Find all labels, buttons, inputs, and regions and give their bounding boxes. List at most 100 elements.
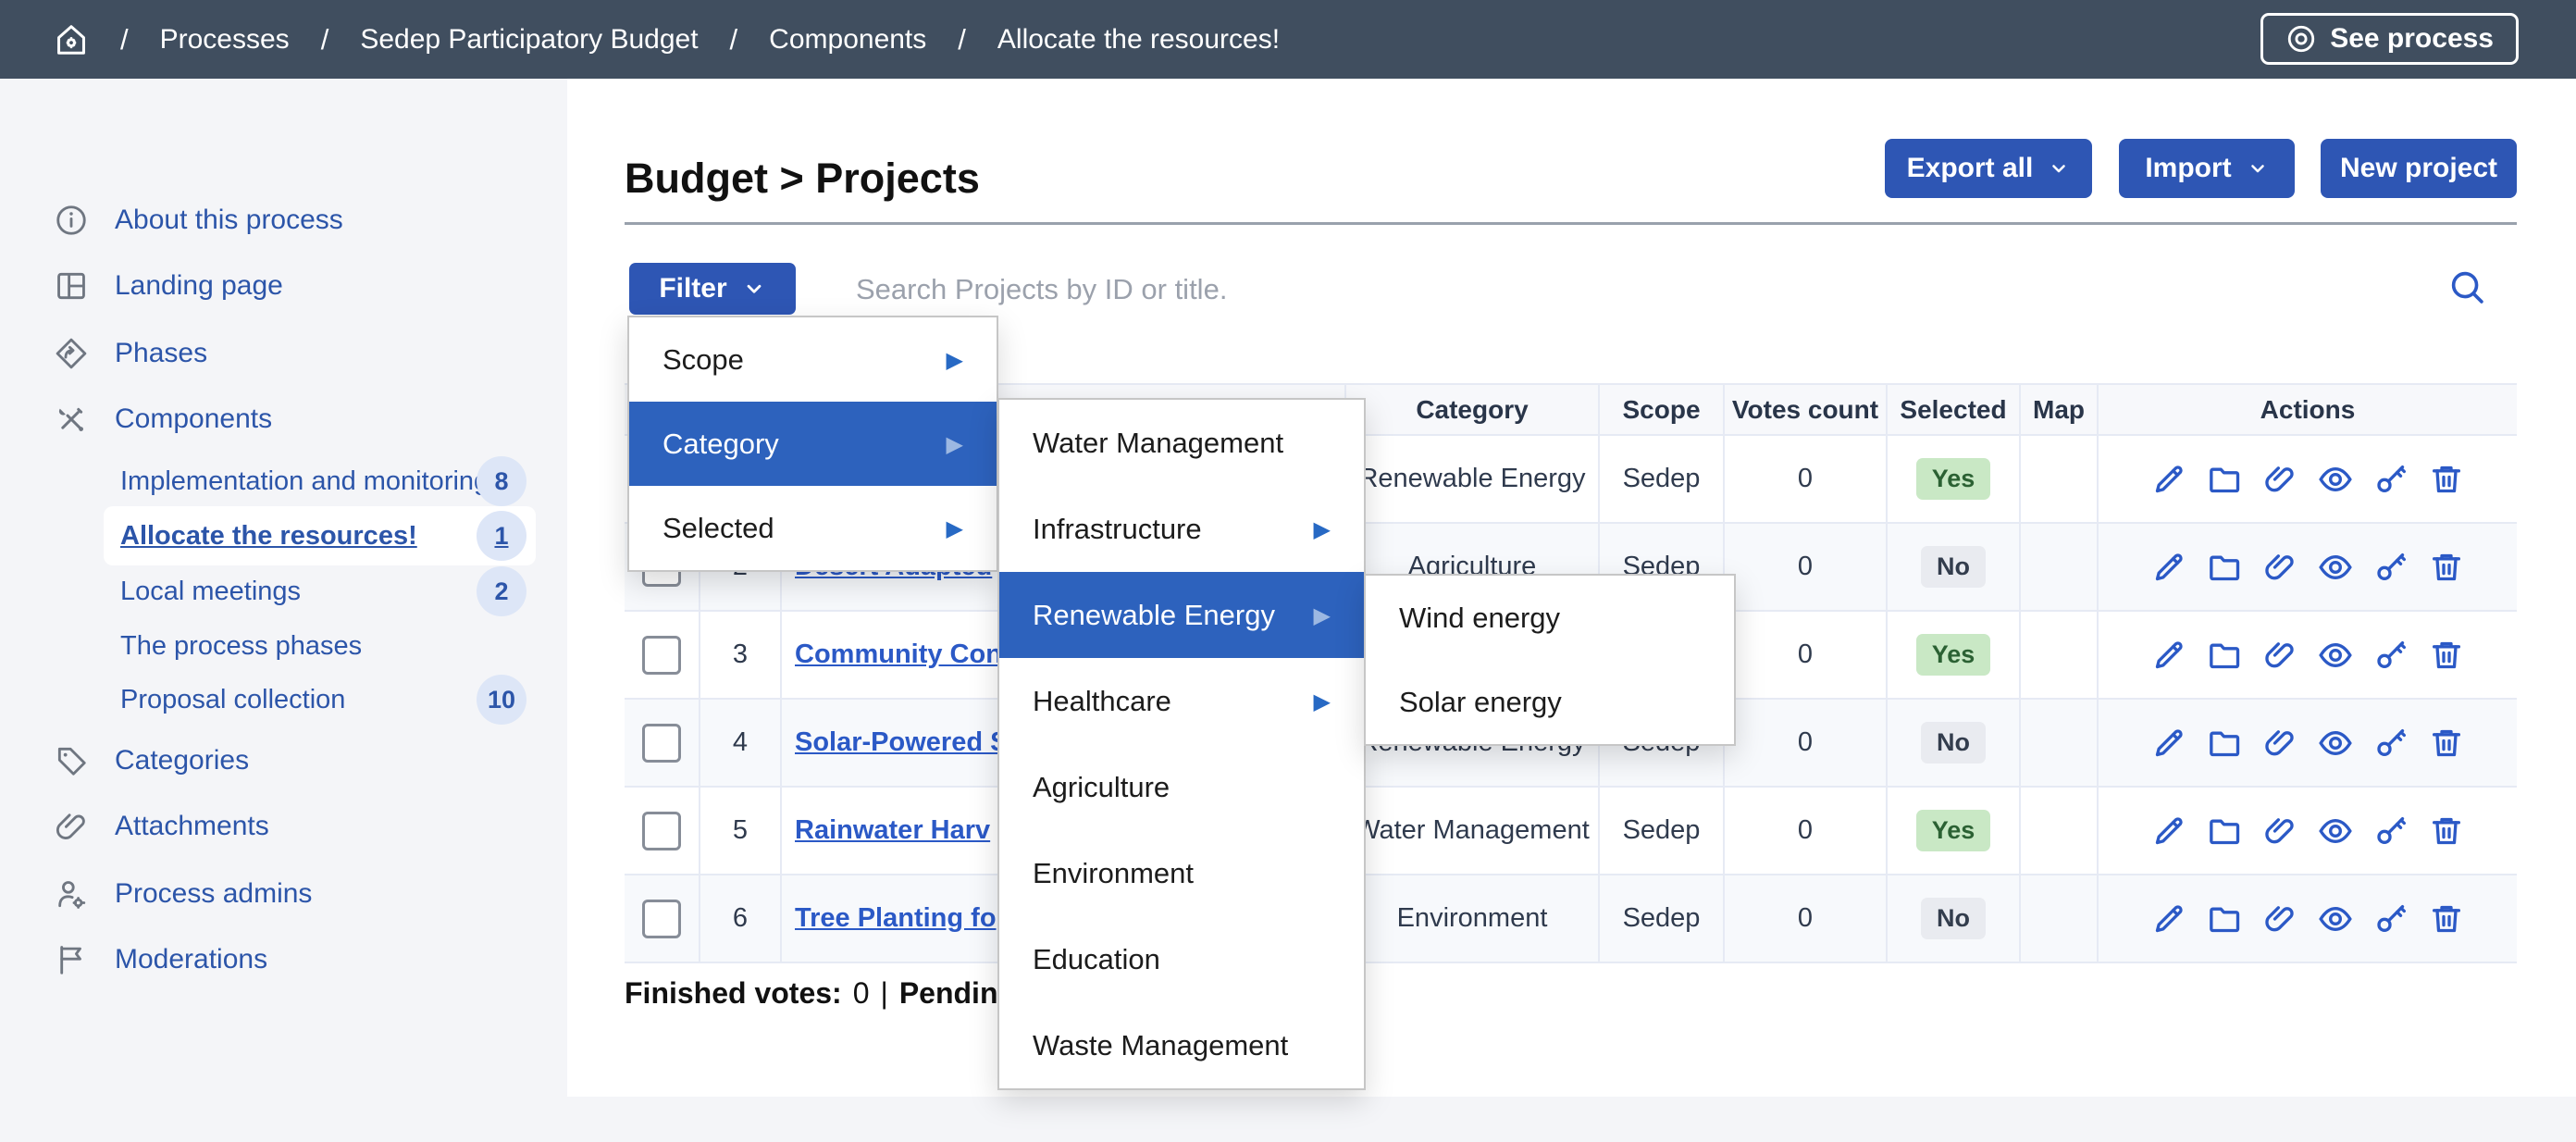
menu-item-category[interactable]: Category ▶ — [629, 402, 997, 486]
row-id: 3 — [700, 612, 782, 698]
sidebar-item-proposal-collection[interactable]: Proposal collection — [120, 672, 345, 727]
breadcrumb-components[interactable]: Components — [769, 24, 926, 56]
header-map: Map — [2021, 385, 2099, 434]
breadcrumb: / Processes / Sedep Participatory Budget… — [54, 22, 1280, 57]
edit-icon[interactable] — [2150, 637, 2187, 674]
attachments-icon[interactable] — [2261, 637, 2298, 674]
preview-icon[interactable] — [2317, 725, 2354, 762]
row-checkbox[interactable] — [642, 636, 681, 675]
topbar: / Processes / Sedep Participatory Budget… — [0, 0, 2576, 79]
sidebar-item-moderations[interactable]: Moderations — [54, 932, 267, 987]
permissions-key-icon[interactable] — [2372, 461, 2409, 498]
preview-icon[interactable] — [2317, 813, 2354, 850]
delete-icon[interactable] — [2428, 461, 2465, 498]
project-title-link[interactable]: Rainwater Harv — [795, 815, 990, 846]
row-checkbox[interactable] — [642, 900, 681, 938]
sidebar-item-label: Process admins — [115, 878, 312, 910]
home-icon[interactable] — [54, 22, 89, 57]
sidebar-item-phases[interactable]: Phases — [54, 326, 207, 381]
row-checkbox[interactable] — [642, 812, 681, 850]
tools-icon — [54, 402, 89, 437]
sidebar-item-components[interactable]: Components — [54, 391, 272, 447]
preview-icon[interactable] — [2317, 900, 2354, 937]
permissions-key-icon[interactable] — [2372, 813, 2409, 850]
menu-item-renewable-energy[interactable]: Renewable Energy ▶ — [999, 572, 1364, 658]
import-button[interactable]: Import — [2119, 139, 2295, 198]
sidebar-item-categories[interactable]: Categories — [54, 733, 249, 788]
breadcrumb-process-name[interactable]: Sedep Participatory Budget — [360, 24, 698, 56]
new-project-button[interactable]: New project — [2321, 139, 2517, 198]
row-scope: Sedep — [1600, 436, 1725, 522]
menu-item-label: Solar energy — [1399, 686, 1562, 719]
sidebar-item-label: Proposal collection — [120, 685, 345, 715]
preview-icon[interactable] — [2317, 461, 2354, 498]
menu-item-wind-energy[interactable]: Wind energy — [1366, 576, 1734, 660]
chevron-down-icon — [2247, 157, 2269, 180]
folder-icon[interactable] — [2206, 461, 2243, 498]
sidebar-item-about[interactable]: About this process — [54, 192, 343, 248]
menu-item-water-management[interactable]: Water Management — [999, 400, 1364, 486]
sidebar-item-landing-page[interactable]: Landing page — [54, 258, 283, 314]
attachments-icon[interactable] — [2261, 725, 2298, 762]
sidebar-item-local-meetings[interactable]: Local meetings — [120, 564, 301, 619]
filter-button[interactable]: Filter — [629, 263, 796, 315]
row-actions — [2099, 700, 2517, 786]
folder-icon[interactable] — [2206, 549, 2243, 586]
sidebar-item-process-phases[interactable]: The process phases — [120, 618, 362, 674]
attachments-icon[interactable] — [2261, 461, 2298, 498]
edit-icon[interactable] — [2150, 725, 2187, 762]
attachments-icon[interactable] — [2261, 549, 2298, 586]
count-badge: 10 — [477, 675, 526, 725]
menu-item-healthcare[interactable]: Healthcare ▶ — [999, 658, 1364, 744]
menu-item-agriculture[interactable]: Agriculture — [999, 744, 1364, 830]
folder-icon[interactable] — [2206, 900, 2243, 937]
edit-icon[interactable] — [2150, 813, 2187, 850]
breadcrumb-processes[interactable]: Processes — [160, 24, 290, 56]
export-all-button[interactable]: Export all — [1885, 139, 2092, 198]
row-checkbox[interactable] — [642, 724, 681, 763]
folder-icon[interactable] — [2206, 637, 2243, 674]
delete-icon[interactable] — [2428, 549, 2465, 586]
attachments-icon[interactable] — [2261, 900, 2298, 937]
breadcrumb-current[interactable]: Allocate the resources! — [997, 24, 1280, 56]
menu-item-education[interactable]: Education — [999, 916, 1364, 1002]
sidebar-item-process-admins[interactable]: Process admins — [54, 866, 312, 922]
menu-item-scope[interactable]: Scope ▶ — [629, 317, 997, 402]
tag-icon — [54, 743, 89, 778]
preview-icon[interactable] — [2317, 549, 2354, 586]
finished-votes-label: Finished votes: — [625, 976, 842, 1011]
sidebar-item-implementation-monitoring[interactable]: Implementation and monitoring — [120, 453, 489, 509]
sidebar-item-allocate-resources[interactable]: Allocate the resources! — [120, 508, 417, 564]
see-process-button[interactable]: See process — [2260, 13, 2519, 65]
edit-icon[interactable] — [2150, 549, 2187, 586]
folder-icon[interactable] — [2206, 725, 2243, 762]
permissions-key-icon[interactable] — [2372, 725, 2409, 762]
delete-icon[interactable] — [2428, 813, 2465, 850]
permissions-key-icon[interactable] — [2372, 549, 2409, 586]
edit-icon[interactable] — [2150, 461, 2187, 498]
menu-item-solar-energy[interactable]: Solar energy — [1366, 660, 1734, 744]
row-map — [2021, 524, 2099, 610]
row-actions — [2099, 436, 2517, 522]
menu-item-waste-management[interactable]: Waste Management — [999, 1002, 1364, 1088]
search-input[interactable] — [854, 263, 2338, 317]
project-title-link[interactable]: Community Con — [795, 639, 1002, 670]
sidebar-item-attachments[interactable]: Attachments — [54, 799, 269, 854]
search-icon[interactable] — [2446, 266, 2488, 313]
project-title-link[interactable]: Tree Planting fo — [795, 903, 997, 934]
menu-item-selected[interactable]: Selected ▶ — [629, 486, 997, 570]
edit-icon[interactable] — [2150, 900, 2187, 937]
delete-icon[interactable] — [2428, 637, 2465, 674]
sidebar-item-label: Attachments — [115, 811, 269, 842]
preview-icon[interactable] — [2317, 637, 2354, 674]
delete-icon[interactable] — [2428, 900, 2465, 937]
folder-icon[interactable] — [2206, 813, 2243, 850]
menu-item-label: Education — [1033, 943, 1160, 976]
permissions-key-icon[interactable] — [2372, 637, 2409, 674]
delete-icon[interactable] — [2428, 725, 2465, 762]
menu-item-infrastructure[interactable]: Infrastructure ▶ — [999, 486, 1364, 572]
attachments-icon[interactable] — [2261, 813, 2298, 850]
menu-item-environment[interactable]: Environment — [999, 830, 1364, 916]
project-title-link[interactable]: Solar-Powered S — [795, 727, 1008, 758]
permissions-key-icon[interactable] — [2372, 900, 2409, 937]
